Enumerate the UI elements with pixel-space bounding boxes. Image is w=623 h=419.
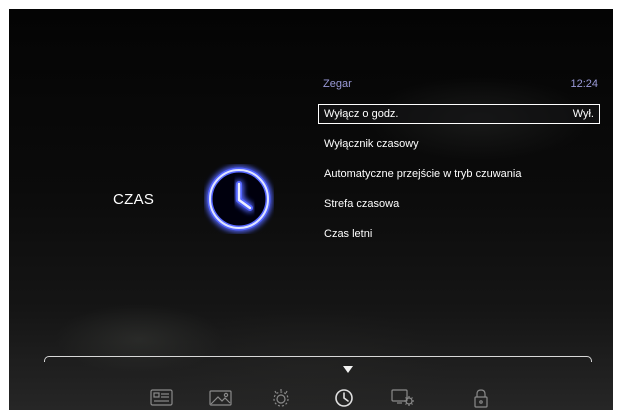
section-title: CZAS [113, 191, 155, 208]
menu-item-time-zone[interactable]: Strefa czasowa [318, 194, 600, 214]
sound-icon[interactable] [268, 387, 294, 409]
section-clock-icon [204, 164, 274, 234]
menu-item-sleep-at[interactable]: Wyłącz o godz. Wył. [318, 104, 600, 124]
menu-item-value: Wył. [572, 108, 594, 120]
picture-icon[interactable] [208, 387, 234, 409]
settings-icon[interactable] [390, 387, 416, 409]
menu-item-label: Wyłącznik czasowy [324, 138, 419, 150]
menu-header-title: Zegar [323, 78, 352, 90]
menu-item-label: Wyłącz o godz. [324, 108, 399, 120]
tv-screen: CZAS Zegar 12:24 Wyłącz o godz. Wył. Wył… [9, 9, 613, 410]
menu-item-label: Strefa czasowa [324, 198, 400, 210]
menu-item-daylight-saving[interactable]: Czas letni [318, 224, 600, 244]
menu-item-label: Czas letni [324, 228, 373, 240]
lock-icon[interactable] [468, 387, 494, 409]
menu-header: Zegar 12:24 [318, 76, 600, 94]
clock-icon[interactable] [331, 387, 357, 409]
active-pointer-icon [343, 361, 353, 373]
time-menu: Wyłącz o godz. Wył. Wyłącznik czasowy Au… [318, 104, 600, 254]
bottom-nav [9, 387, 613, 410]
menu-item-auto-standby[interactable]: Automatyczne przejście w tryb czuwania [318, 164, 600, 184]
clock-time: 12:24 [570, 78, 598, 90]
menu-item-sleep-timer[interactable]: Wyłącznik czasowy [318, 134, 600, 154]
menu-item-label: Automatyczne przejście w tryb czuwania [324, 168, 522, 180]
menu-divider [44, 356, 592, 362]
channel-list-icon[interactable] [149, 387, 175, 409]
